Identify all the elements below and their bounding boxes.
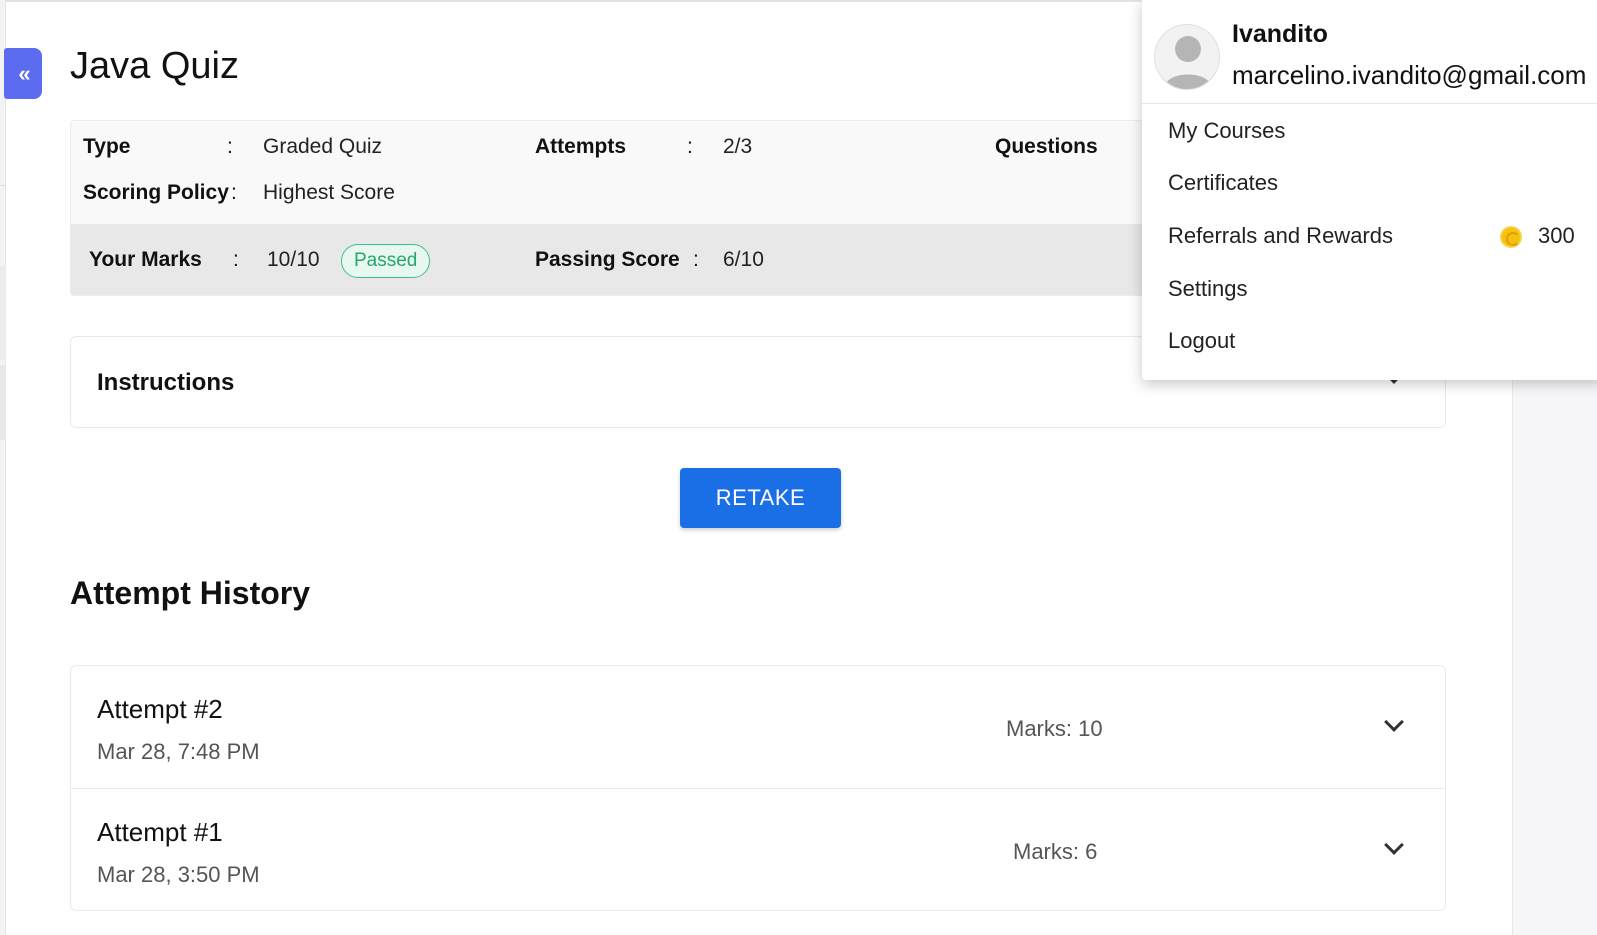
scoring-policy-value: Highest Score — [263, 181, 395, 204]
attempt-name: Attempt #2 — [97, 694, 223, 724]
page-title: Java Quiz — [70, 45, 239, 87]
chevron-down-icon[interactable] — [1384, 712, 1404, 732]
user-name: Ivandito — [1232, 20, 1328, 48]
menu-item-my-courses[interactable]: My Courses — [1168, 118, 1285, 144]
attempt-history-list: Attempt #2 Mar 28, 7:48 PM Marks: 10 Att… — [70, 665, 1446, 911]
attempt-row[interactable]: Attempt #1 Mar 28, 3:50 PM Marks: 6 — [71, 788, 1445, 910]
user-avatar-icon — [1154, 24, 1220, 90]
attempt-name: Attempt #1 — [97, 817, 223, 847]
attempt-marks: Marks: 10 — [1006, 716, 1103, 741]
coin-icon — [1500, 226, 1522, 248]
menu-item-settings[interactable]: Settings — [1168, 276, 1248, 302]
chevron-down-icon[interactable] — [1384, 835, 1404, 855]
left-sidebar-edge — [0, 0, 6, 935]
attempts-value: 2/3 — [723, 135, 753, 158]
collapse-sidebar-button[interactable]: « — [4, 48, 42, 99]
your-marks-value: 10/10 — [267, 248, 320, 271]
passing-score-value: 6/10 — [723, 248, 764, 271]
type-value: Graded Quiz — [263, 135, 383, 158]
menu-item-referrals-and-rewards[interactable]: Referrals and Rewards — [1168, 223, 1393, 249]
attempt-history-title: Attempt History — [70, 575, 311, 611]
user-email: marcelino.ivandito@gmail.com — [1232, 60, 1587, 90]
retake-button[interactable]: RETAKE — [680, 468, 841, 528]
attempt-date: Mar 28, 3:50 PM — [97, 862, 260, 887]
attempt-date: Mar 28, 7:48 PM — [97, 739, 260, 764]
type-label: Type — [83, 135, 131, 158]
attempt-marks: Marks: 6 — [1013, 839, 1098, 864]
scoring-policy-label: Scoring Policy — [83, 181, 229, 204]
instructions-title: Instructions — [97, 369, 235, 396]
passing-score-label: Passing Score — [535, 248, 680, 271]
menu-item-certificates[interactable]: Certificates — [1168, 170, 1278, 196]
menu-item-logout[interactable]: Logout — [1168, 328, 1235, 354]
menu-divider — [1142, 103, 1597, 104]
your-marks-label: Your Marks — [89, 248, 202, 271]
user-menu-dropdown: Ivandito marcelino.ivandito@gmail.com My… — [1142, 0, 1597, 380]
double-chevron-left-icon: « — [18, 60, 30, 86]
questions-label: Questions — [995, 135, 1098, 158]
attempts-label: Attempts — [535, 135, 627, 158]
status-badge: Passed — [341, 244, 431, 278]
attempt-row[interactable]: Attempt #2 Mar 28, 7:48 PM Marks: 10 — [71, 666, 1445, 788]
reward-points: 300 — [1538, 223, 1575, 248]
